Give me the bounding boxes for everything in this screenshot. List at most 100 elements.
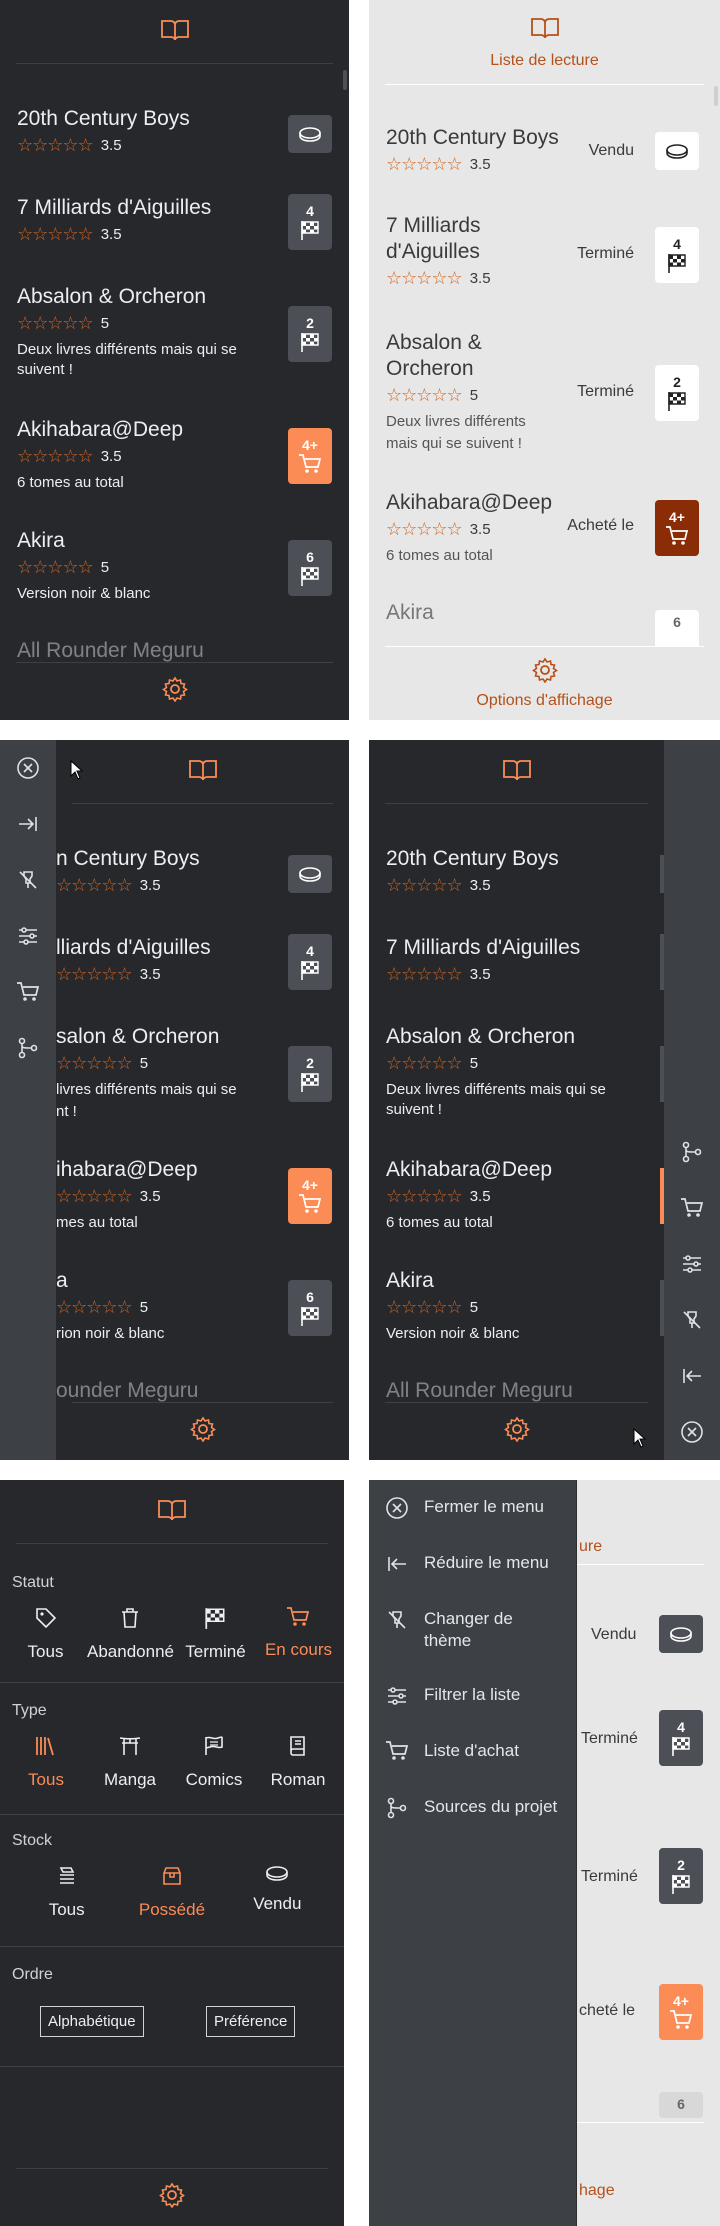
theme-off-icon — [19, 871, 37, 889]
filter-section-stock: Stock Tous Possédé Vendu — [0, 1832, 344, 1920]
list-item[interactable]: Akihabara@Deep ☆☆☆☆☆ 3.5 6 tomes au total — [386, 1157, 664, 1233]
shopping-list-button[interactable] — [664, 1180, 720, 1236]
rating-value: 3.5 — [469, 155, 491, 173]
page-title: Liste de lecture — [490, 52, 599, 69]
filter-button[interactable] — [0, 908, 56, 964]
filter-button[interactable] — [664, 1236, 720, 1292]
status-badge[interactable] — [655, 132, 699, 170]
filter-statut-tous[interactable]: Tous — [4, 1606, 87, 1662]
status-badge[interactable]: 4+ — [288, 428, 332, 484]
status-badge[interactable]: 6 — [655, 610, 699, 646]
filter-stock-vendu[interactable]: Vendu — [232, 1864, 322, 1920]
menu-item-filter[interactable]: Filtrer la liste — [385, 1684, 570, 1708]
gear-icon[interactable] — [161, 676, 188, 707]
rating-value: 3.5 — [139, 965, 161, 983]
rating-stars: ☆☆☆☆☆ — [17, 135, 94, 155]
status-badge[interactable]: 4 — [655, 227, 699, 283]
filter-section-ordre: Ordre — [0, 1966, 344, 1984]
filter-stock-tous[interactable]: Tous — [22, 1864, 112, 1920]
book-list: 20th Century Boys ☆☆☆☆☆ 3.5 7 Milliards d… — [0, 64, 349, 662]
filter-type-comics[interactable]: Comics — [172, 1734, 256, 1790]
rating-value: 3.5 — [469, 965, 491, 983]
filter-type-tous[interactable]: Tous — [4, 1734, 88, 1790]
menu-item-close[interactable]: Fermer le menu — [385, 1496, 570, 1520]
status-badge[interactable]: 4+ — [288, 1168, 332, 1224]
book-icon[interactable] — [188, 757, 218, 788]
book-icon[interactable] — [160, 17, 190, 48]
list-item[interactable]: 20th Century Boys ☆☆☆☆☆ 3.5 — [386, 846, 664, 894]
book-list: 20th Century Boys ☆☆☆☆☆ 3.5 Vendu 7 Milli… — [369, 85, 720, 646]
theme-button[interactable] — [0, 852, 56, 908]
status-badge[interactable] — [659, 1615, 703, 1653]
status-badge[interactable] — [288, 855, 332, 893]
status-badge[interactable]: 2 — [288, 306, 332, 362]
close-menu-button[interactable] — [0, 740, 56, 796]
list-item[interactable]: ounder Meguru — [56, 1378, 349, 1402]
status-badge[interactable] — [288, 115, 332, 153]
menu-item-shopping[interactable]: Liste d'achat — [385, 1740, 570, 1762]
rating-value: 3.5 — [139, 876, 161, 894]
rating-stars: ☆☆☆☆☆ — [386, 1297, 463, 1317]
book-note: Deux livres différents mais qui se suive… — [17, 341, 237, 378]
status-badge[interactable]: 4 — [659, 1710, 703, 1766]
theme-button[interactable] — [664, 1292, 720, 1348]
sources-button[interactable] — [0, 1020, 56, 1076]
status-badge[interactable]: 6 — [659, 2092, 703, 2118]
status-badge[interactable]: 2 — [655, 365, 699, 421]
book-title: Akihabara@Deep — [386, 1158, 553, 1181]
status-badge[interactable]: 4 — [288, 934, 332, 990]
checkered-flag-icon — [205, 1608, 225, 1629]
status-badge[interactable]: 4+ — [659, 1984, 703, 2040]
rating-value: 5 — [100, 558, 110, 576]
list-item[interactable]: Akira ☆☆☆☆☆ 5 Version noir & blanc — [386, 1268, 664, 1344]
menu-item-theme[interactable]: Changer de thème — [385, 1608, 570, 1652]
footer — [0, 2168, 344, 2226]
gear-icon[interactable] — [189, 1416, 216, 1447]
tag-icon — [35, 1608, 56, 1629]
close-menu-button[interactable] — [664, 1404, 720, 1460]
panel-light-list: Liste de lecture 20th Century Boys ☆☆☆☆☆… — [369, 0, 720, 720]
arrow-to-right-icon — [19, 817, 37, 831]
filter-stock-possede[interactable]: Possédé — [127, 1864, 217, 1920]
status-badge[interactable]: 4 — [288, 194, 332, 250]
sources-button[interactable] — [664, 1124, 720, 1180]
books-icon — [36, 1737, 54, 1756]
filter-type-roman[interactable]: Roman — [256, 1734, 340, 1790]
list-item[interactable]: Absalon & Orcheron ☆☆☆☆☆ 5 Deux livres di… — [386, 1024, 664, 1120]
status-badge[interactable]: 2 — [659, 1848, 703, 1904]
book-icon[interactable] — [157, 1497, 187, 1528]
book-icon[interactable] — [502, 757, 532, 788]
status-badge[interactable]: 6 — [288, 1280, 332, 1336]
sort-alphabetical-button[interactable]: Alphabétique — [40, 2006, 144, 2037]
gear-icon[interactable] — [503, 1416, 530, 1447]
list-item[interactable]: 7 Milliards d'Aiguilles ☆☆☆☆☆ 3.5 — [386, 935, 664, 983]
gear-icon[interactable] — [531, 657, 558, 688]
list-item[interactable]: All Rounder Meguru — [17, 638, 349, 662]
checkered-flag-icon — [301, 567, 319, 586]
book-icon[interactable] — [530, 15, 560, 46]
shopping-list-button[interactable] — [0, 964, 56, 1020]
expand-menu-button[interactable] — [664, 1348, 720, 1404]
list-item[interactable]: All Rounder Meguru — [386, 1378, 664, 1402]
status-badge[interactable]: 6 — [288, 540, 332, 596]
book-note: Version noir & blanc — [386, 1325, 520, 1342]
checkered-flag-icon — [301, 961, 319, 980]
header: Liste de lecture — [369, 0, 720, 85]
filter-statut-abandonne[interactable]: Abandonné — [87, 1606, 174, 1662]
rating-stars: ☆☆☆☆☆ — [17, 557, 94, 577]
gear-icon[interactable] — [159, 2182, 185, 2213]
filter-type-manga[interactable]: Manga — [88, 1734, 172, 1790]
sort-preference-button[interactable]: Préférence — [206, 2006, 296, 2037]
filter-statut-termine[interactable]: Terminé — [174, 1606, 257, 1662]
filter-statut-en-cours[interactable]: En cours — [257, 1606, 340, 1662]
rating-stars: ☆☆☆☆☆ — [56, 964, 133, 984]
display-options-link-partial[interactable]: hage — [579, 2182, 615, 2200]
panel-filters: Statut Tous Abandonné Terminé En cours T… — [0, 1480, 344, 2226]
menu-item-collapse[interactable]: Réduire le menu — [385, 1552, 570, 1576]
menu-item-sources[interactable]: Sources du projet — [385, 1796, 570, 1820]
status-badge[interactable]: 4+ — [655, 500, 699, 556]
expand-menu-button[interactable] — [0, 796, 56, 852]
status-badge[interactable]: 2 — [288, 1046, 332, 1102]
checkered-flag-icon — [301, 221, 319, 240]
display-options-link[interactable]: Options d'affichage — [476, 692, 612, 710]
